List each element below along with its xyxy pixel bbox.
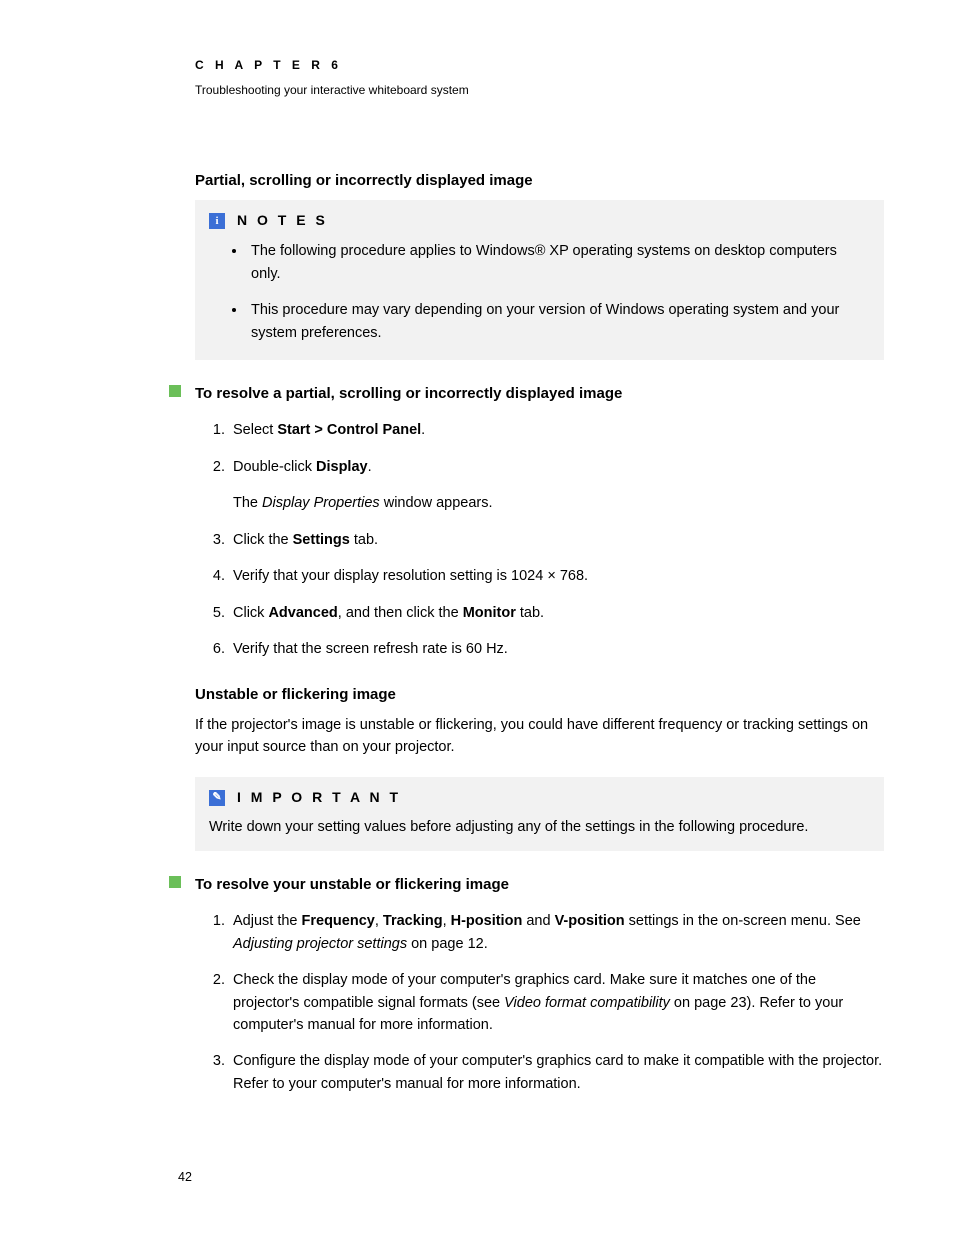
step-text: Click the <box>233 532 293 548</box>
callout-title: N O T E S <box>237 210 328 232</box>
procedure-marker-icon <box>169 876 181 888</box>
step-text: , <box>375 913 383 929</box>
list-item: Verify that your display resolution sett… <box>229 565 884 587</box>
step-bold: Advanced <box>268 605 337 621</box>
body-paragraph: If the projector's image is unstable or … <box>195 714 884 759</box>
step-text: and <box>522 913 554 929</box>
list-item: Click Advanced, and then click the Monit… <box>229 602 884 624</box>
step-bold: H-position <box>451 913 523 929</box>
step-text: tab. <box>516 605 544 621</box>
chapter-label: C H A P T E R 6 <box>195 56 884 75</box>
callout-header: ✎ I M P O R T A N T <box>209 787 870 809</box>
step-subtext: The Display Properties window appears. <box>233 492 884 514</box>
list-item: Double-click Display. The Display Proper… <box>229 456 884 515</box>
list-item: Verify that the screen refresh rate is 6… <box>229 638 884 660</box>
step-text: . <box>368 459 372 475</box>
step-text: . <box>421 422 425 438</box>
procedure-title: To resolve a partial, scrolling or incor… <box>195 382 884 405</box>
step-bold: Start > Control Panel <box>277 422 421 438</box>
step-text: Adjust the <box>233 913 302 929</box>
list-item: This procedure may vary depending on you… <box>247 299 870 344</box>
step-text: Select <box>233 422 277 438</box>
notes-list: The following procedure applies to Windo… <box>209 240 870 344</box>
step-bold: Display <box>316 459 368 475</box>
step-text: , <box>443 913 451 929</box>
step-bold: Tracking <box>383 913 443 929</box>
step-text: Click <box>233 605 268 621</box>
list-item: Check the display mode of your computer'… <box>229 969 884 1036</box>
section-heading-partial-image: Partial, scrolling or incorrectly displa… <box>195 169 884 192</box>
step-text: tab. <box>350 532 378 548</box>
step-bold: V-position <box>555 913 625 929</box>
notes-callout: i N O T E S The following procedure appl… <box>195 200 884 360</box>
callout-header: i N O T E S <box>209 210 870 232</box>
step-bold: Monitor <box>463 605 516 621</box>
step-text: settings in the on-screen menu. See <box>625 913 861 929</box>
important-callout: ✎ I M P O R T A N T Write down your sett… <box>195 777 884 851</box>
list-item: Adjust the Frequency, Tracking, H-positi… <box>229 910 884 955</box>
callout-body: Write down your setting values before ad… <box>209 816 870 838</box>
step-text: The <box>233 495 262 511</box>
important-icon: ✎ <box>209 790 225 806</box>
step-text: , and then click the <box>338 605 463 621</box>
procedure-resolve-unstable-image: To resolve your unstable or flickering i… <box>195 873 884 1096</box>
step-italic: Video format compatibility <box>504 995 670 1011</box>
list-item: Select Start > Control Panel. <box>229 419 884 441</box>
page-number: 42 <box>178 1168 192 1187</box>
chapter-subtitle: Troubleshooting your interactive whitebo… <box>195 81 884 100</box>
section-heading-unstable-image: Unstable or flickering image <box>195 683 884 706</box>
step-text: on page 12. <box>407 936 488 952</box>
step-text: window appears. <box>380 495 493 511</box>
list-item: Configure the display mode of your compu… <box>229 1050 884 1095</box>
document-page: C H A P T E R 6 Troubleshooting your int… <box>0 0 954 1235</box>
procedure-steps: Adjust the Frequency, Tracking, H-positi… <box>195 910 884 1095</box>
procedure-steps: Select Start > Control Panel. Double-cli… <box>195 419 884 660</box>
step-bold: Frequency <box>302 913 375 929</box>
procedure-title: To resolve your unstable or flickering i… <box>195 873 884 896</box>
procedure-marker-icon <box>169 385 181 397</box>
step-text: Double-click <box>233 459 316 475</box>
callout-title: I M P O R T A N T <box>237 787 401 809</box>
info-icon: i <box>209 213 225 229</box>
list-item: Click the Settings tab. <box>229 529 884 551</box>
step-italic: Display Properties <box>262 495 380 511</box>
step-italic: Adjusting projector settings <box>233 936 407 952</box>
step-bold: Settings <box>293 532 350 548</box>
procedure-resolve-partial-image: To resolve a partial, scrolling or incor… <box>195 382 884 661</box>
list-item: The following procedure applies to Windo… <box>247 240 870 285</box>
